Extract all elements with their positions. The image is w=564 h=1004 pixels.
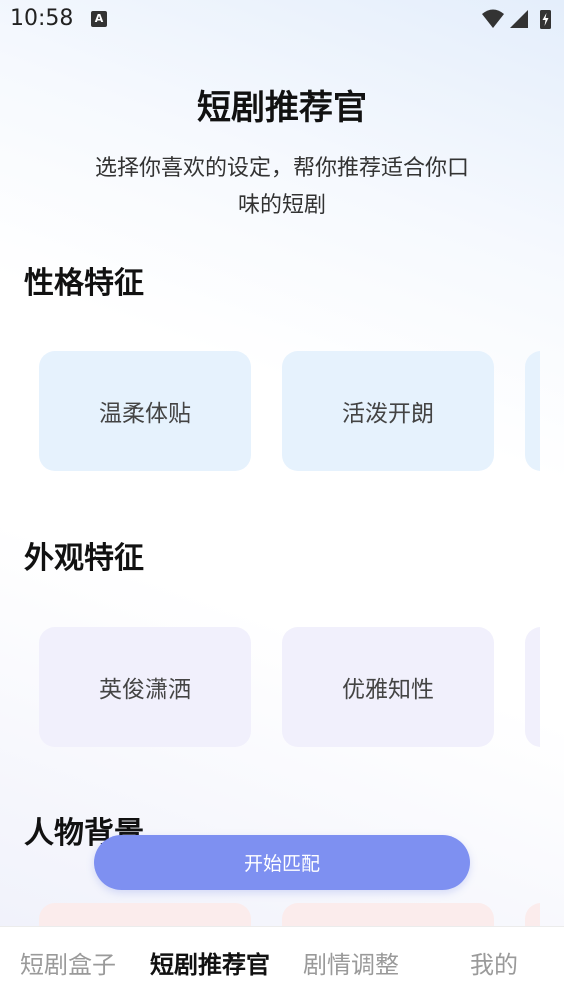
- option-chip[interactable]: [525, 627, 540, 747]
- option-chip[interactable]: 优雅知性: [282, 627, 494, 747]
- nav-item-mine[interactable]: 我的: [470, 945, 518, 980]
- appearance-options: 英俊潇洒 优雅知性: [0, 627, 540, 749]
- subtitle-line-2: 味的短剧: [237, 193, 326, 218]
- bottom-nav: 短剧盒子 短剧推荐官 剧情调整 我的: [0, 926, 564, 1004]
- option-chip[interactable]: 温柔体贴: [39, 351, 251, 471]
- start-match-button[interactable]: 开始匹配: [94, 835, 470, 890]
- nav-item-plot-adjust[interactable]: 剧情调整: [303, 945, 399, 980]
- section-title-appearance: 外观特征: [24, 541, 144, 576]
- page-title: 短剧推荐官: [197, 88, 367, 128]
- section-title-personality: 性格特征: [24, 266, 144, 301]
- personality-options: 温柔体贴 活泼开朗: [0, 351, 540, 473]
- nav-item-recommender[interactable]: 短剧推荐官: [150, 945, 270, 980]
- wifi-icon: [482, 9, 504, 28]
- page-subtitle: 选择你喜欢的设定，帮你推荐适合你口 味的短剧: [62, 150, 502, 224]
- notification-a-icon: A: [91, 11, 107, 27]
- subtitle-line-1: 选择你喜欢的设定，帮你推荐适合你口: [94, 156, 469, 181]
- option-chip[interactable]: 英俊潇洒: [39, 627, 251, 747]
- status-bar: 10:58 A: [0, 0, 564, 38]
- nav-item-drama-box[interactable]: 短剧盒子: [20, 945, 116, 980]
- status-icons: [482, 9, 551, 29]
- status-time: 10:58: [10, 6, 74, 31]
- signal-icon: [510, 10, 528, 28]
- option-chip[interactable]: 活泼开朗: [282, 351, 494, 471]
- option-chip[interactable]: [525, 351, 540, 471]
